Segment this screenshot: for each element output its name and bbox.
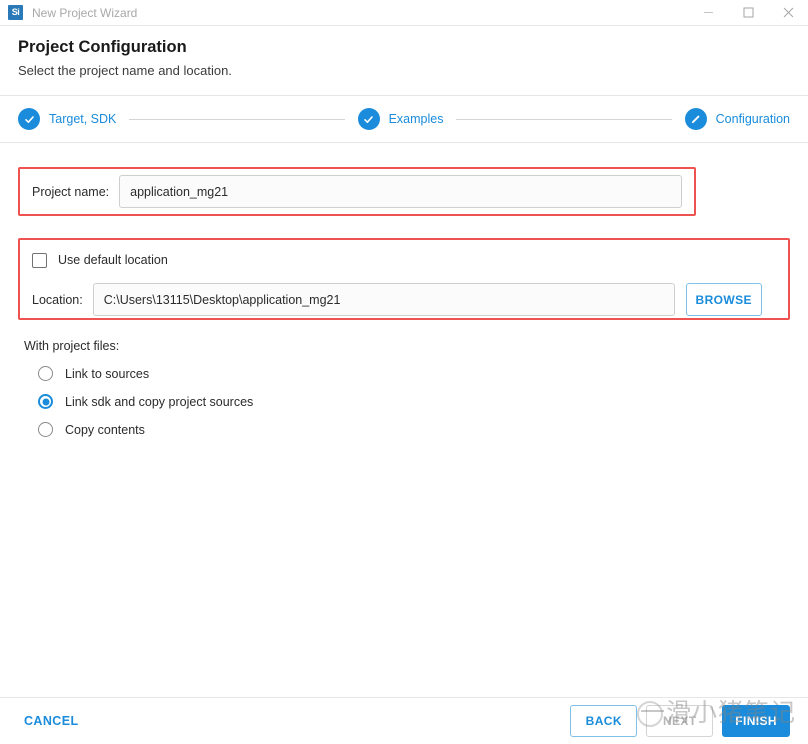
location-row: Location: C:\Users\13115\Desktop\applica… bbox=[32, 283, 776, 316]
check-icon bbox=[18, 108, 40, 130]
minimize-icon[interactable] bbox=[688, 0, 728, 26]
use-default-location-row[interactable]: Use default location bbox=[32, 250, 776, 270]
with-project-files-section: With project files: Link to sources Link… bbox=[18, 339, 790, 437]
step-connector-2 bbox=[456, 118, 672, 120]
browse-button[interactable]: BROWSE bbox=[685, 283, 762, 316]
radio-icon-copy-contents[interactable] bbox=[38, 422, 53, 437]
location-section: Use default location Location: C:\Users\… bbox=[18, 238, 790, 320]
wizard-stepper: Target, SDK Examples Configuration bbox=[0, 96, 808, 143]
window-controls bbox=[688, 0, 808, 26]
finish-button[interactable]: FINISH bbox=[722, 705, 790, 737]
check-icon bbox=[357, 108, 380, 130]
close-icon[interactable] bbox=[768, 0, 808, 26]
cancel-button[interactable]: CANCEL bbox=[18, 708, 84, 734]
footer-actions: BACK NEXT FINISH bbox=[570, 705, 790, 737]
step-label-target-sdk: Target, SDK bbox=[49, 112, 117, 126]
page-header: Project Configuration Select the project… bbox=[0, 26, 808, 96]
project-name-input[interactable]: application_mg21 bbox=[119, 175, 682, 208]
step-target-sdk[interactable]: Target, SDK bbox=[18, 108, 116, 130]
titlebar: Si New Project Wizard bbox=[0, 0, 808, 26]
new-project-wizard-window: Si New Project Wizard Project Configurat… bbox=[0, 0, 808, 744]
step-label-examples: Examples bbox=[388, 112, 444, 126]
step-connector-1 bbox=[129, 118, 345, 120]
back-button[interactable]: BACK bbox=[570, 705, 638, 737]
with-project-files-label: With project files: bbox=[24, 339, 120, 353]
radio-copy-contents[interactable]: Copy contents bbox=[38, 422, 790, 437]
pencil-icon bbox=[684, 108, 707, 130]
project-name-label: Project name: bbox=[32, 184, 110, 199]
use-default-location-checkbox[interactable] bbox=[32, 252, 47, 268]
wizard-footer: CANCEL BACK NEXT FINISH 一滑小猪笔记 bbox=[0, 697, 808, 744]
step-label-configuration: Configuration bbox=[715, 112, 791, 126]
use-default-location-label: Use default location bbox=[58, 253, 168, 267]
page-subtitle: Select the project name and location. bbox=[18, 63, 232, 78]
location-input[interactable]: C:\Users\13115\Desktop\application_mg21 bbox=[92, 283, 675, 316]
window-title: New Project Wizard bbox=[32, 5, 138, 20]
page-title: Project Configuration bbox=[18, 38, 187, 56]
radio-label-link-to-sources: Link to sources bbox=[65, 366, 150, 381]
wizard-body: Project name: application_mg21 Use defau… bbox=[0, 143, 808, 697]
radio-link-sdk-copy-sources[interactable]: Link sdk and copy project sources bbox=[38, 394, 790, 409]
radio-link-to-sources[interactable]: Link to sources bbox=[38, 366, 790, 381]
location-label: Location: bbox=[32, 292, 83, 307]
next-button: NEXT bbox=[646, 705, 714, 737]
step-examples[interactable]: Examples bbox=[357, 108, 444, 130]
radio-label-link-sdk-copy-sources: Link sdk and copy project sources bbox=[65, 394, 254, 409]
radio-icon-link-to-sources[interactable] bbox=[38, 366, 53, 381]
maximize-icon[interactable] bbox=[728, 0, 768, 26]
project-name-section: Project name: application_mg21 bbox=[18, 167, 696, 216]
app-icon: Si bbox=[8, 5, 23, 20]
radio-label-copy-contents: Copy contents bbox=[65, 422, 145, 437]
radio-icon-link-sdk-copy-sources[interactable] bbox=[38, 394, 53, 409]
step-configuration[interactable]: Configuration bbox=[684, 108, 791, 130]
